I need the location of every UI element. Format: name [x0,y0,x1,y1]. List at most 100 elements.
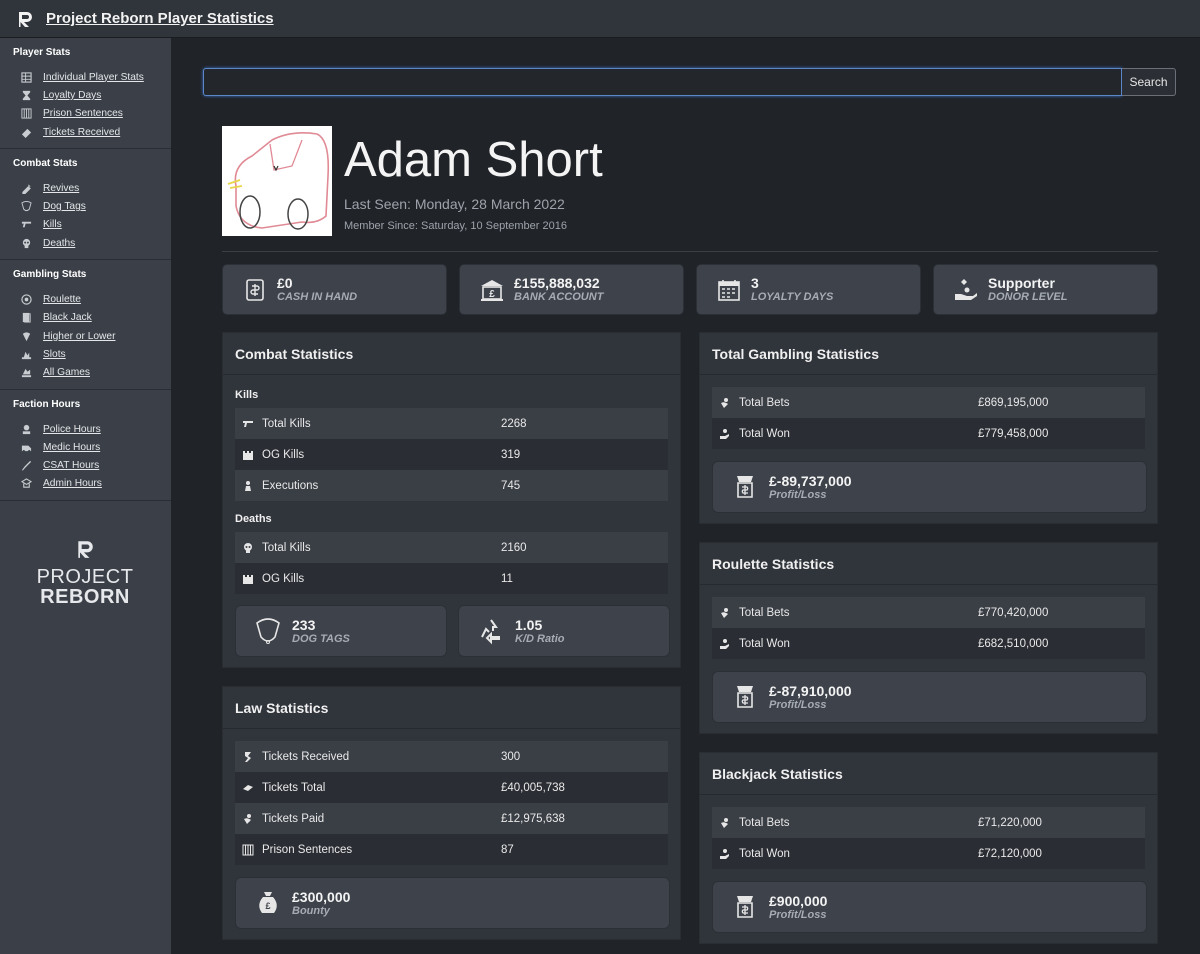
sidebar-item-label: Individual Player Stats [43,71,144,83]
executions-label: Executions [262,479,319,492]
sidebar-item-kills[interactable]: Kills [13,216,171,234]
tickets-total-value: £40,005,738 [501,781,565,794]
search-button[interactable]: Search [1122,68,1176,96]
total-bets-label: Total Bets [739,396,790,409]
combat-statistics-title: Combat Statistics [223,333,680,375]
bank-account-label: BANK ACCOUNT [514,291,604,303]
recycle-icon [475,615,507,647]
sidebar-item-loyalty-days[interactable]: Loyalty Days [13,86,171,104]
total-bets-value: £869,195,000 [978,396,1049,409]
police-icon [19,423,33,435]
prison-sentences-value: 87 [501,843,514,856]
table-row: Total Bets £869,195,000 [712,387,1145,418]
profile-divider [222,251,1158,252]
total-profit-loss-label: Profit/Loss [769,488,827,501]
bank-account-card: £ £155,888,032 BANK ACCOUNT [459,264,684,315]
roulette-profit-loss-label: Profit/Loss [769,698,827,711]
prison-sentences-label: Prison Sentences [262,843,353,856]
table-row: Total Won £72,120,000 [712,838,1145,869]
site-title-link[interactable]: Project Reborn Player Statistics [46,10,274,27]
player-search-input[interactable] [203,68,1122,96]
tickets-received-label: Tickets Received [262,750,350,763]
bank-icon: £ [478,275,506,305]
hand-coin-icon [718,606,731,619]
sidebar-item-individual-player-stats[interactable]: Individual Player Stats [13,68,171,86]
sidebar-section-title: Combat Stats [13,158,78,170]
donate-icon [952,275,980,305]
sidebar-item-deaths[interactable]: Deaths [13,234,171,252]
og-kills-label: OG Kills [262,448,305,461]
sidebar-item-revives[interactable]: Revives [13,179,171,197]
sidebar-item-tickets-received[interactable]: Tickets Received [13,123,171,141]
blackjack-total-bets-label: Total Bets [739,816,790,829]
svg-text:£: £ [489,289,495,300]
total-profit-loss-card: £-89,737,000 Profit/Loss [712,461,1147,513]
sidebar-item-label: All Games [43,367,90,379]
player-name: Adam Short [344,133,603,187]
cash-stack-icon [729,891,761,923]
table-icon [19,71,33,83]
sidebar-item-higher-or-lower[interactable]: Higher or Lower [13,327,171,345]
project-reborn-logo-icon[interactable] [16,10,34,28]
cash-stack-icon [729,681,761,713]
blackjack-statistics-title: Blackjack Statistics [700,753,1157,795]
roulette-statistics-panel: Roulette Statistics Total Bets £770,420,… [699,542,1158,734]
tickets-paid-label: Tickets Paid [262,812,325,825]
dice-icon [19,330,33,342]
gun-icon [241,417,254,430]
og-kills-value: 319 [501,448,521,461]
sidebar-item-csat-hours[interactable]: CSAT Hours [13,456,171,474]
cash-in-hand-card: £0 CASH IN HAND [222,264,447,315]
law-statistics-title: Law Statistics [223,687,680,729]
blackjack-total-won-value: £72,120,000 [978,847,1042,860]
ticket-icon [19,126,33,138]
kills-heading: Kills [235,389,259,401]
total-won-label: Total Won [739,427,790,440]
top-navbar: Project Reborn Player Statistics [0,0,1200,38]
roulette-total-bets-value: £770,420,000 [978,606,1049,619]
sidebar-item-dog-tags[interactable]: Dog Tags [13,197,171,215]
sidebar-item-label: Slots [43,348,66,360]
syringe-icon [19,182,33,194]
dogtag-icon [252,615,284,647]
tickets-total-label: Tickets Total [262,781,326,794]
total-won-value: £779,458,000 [978,427,1049,440]
blackjack-total-won-label: Total Won [739,847,790,860]
kd-ratio-label: K/D Ratio [515,632,565,645]
sidebar-item-black-jack[interactable]: Black Jack [13,309,171,327]
slots-icon [19,348,33,360]
table-row: OG Kills 319 [235,439,668,470]
sidebar-section-title: Gambling Stats [13,269,87,281]
sidebar-section-faction-hours: Faction Hours Police Hours Medic Hours C… [0,390,171,502]
dog-tags-label: DOG TAGS [292,632,350,645]
sidebar-item-prison-sentences[interactable]: Prison Sentences [13,105,171,123]
cash-stack-icon [729,471,761,503]
sidebar-item-label: Admin Hours [43,478,102,490]
sidebar-item-all-games[interactable]: All Games [13,364,171,382]
roulette-total-won-label: Total Won [739,637,790,650]
combat-statistics-panel: Combat Statistics Kills Total Kills 2268… [222,332,681,668]
hand-coin-icon [718,816,731,829]
sidebar-item-admin-hours[interactable]: Admin Hours [13,475,171,493]
blackjack-total-bets-value: £71,220,000 [978,816,1042,829]
project-reborn-brand-logo: PROJECT REBORN [33,538,137,607]
skull-icon [241,541,254,554]
money-icon [241,781,254,794]
castle-icon [241,572,254,585]
sidebar-item-label: Tickets Received [43,126,121,138]
sidebar-item-slots[interactable]: Slots [13,345,171,363]
sidebar-item-label: Prison Sentences [43,108,123,120]
sidebar-item-roulette[interactable]: Roulette [13,290,171,308]
ambulance-icon [19,441,33,453]
sidebar-item-police-hours[interactable]: Police Hours [13,420,171,438]
table-row: Prison Sentences 87 [235,834,668,865]
money-bag-icon: £ [252,887,284,919]
hand-money-icon [718,427,731,440]
table-row: Total Won £682,510,000 [712,628,1145,659]
blackjack-statistics-panel: Blackjack Statistics Total Bets £71,220,… [699,752,1158,944]
sidebar-item-medic-hours[interactable]: Medic Hours [13,438,171,456]
sidebar-item-label: Deaths [43,237,76,249]
cash-in-hand-label: CASH IN HAND [277,291,358,303]
sidebar-section-title: Player Stats [13,47,71,58]
deaths-heading: Deaths [235,513,272,525]
